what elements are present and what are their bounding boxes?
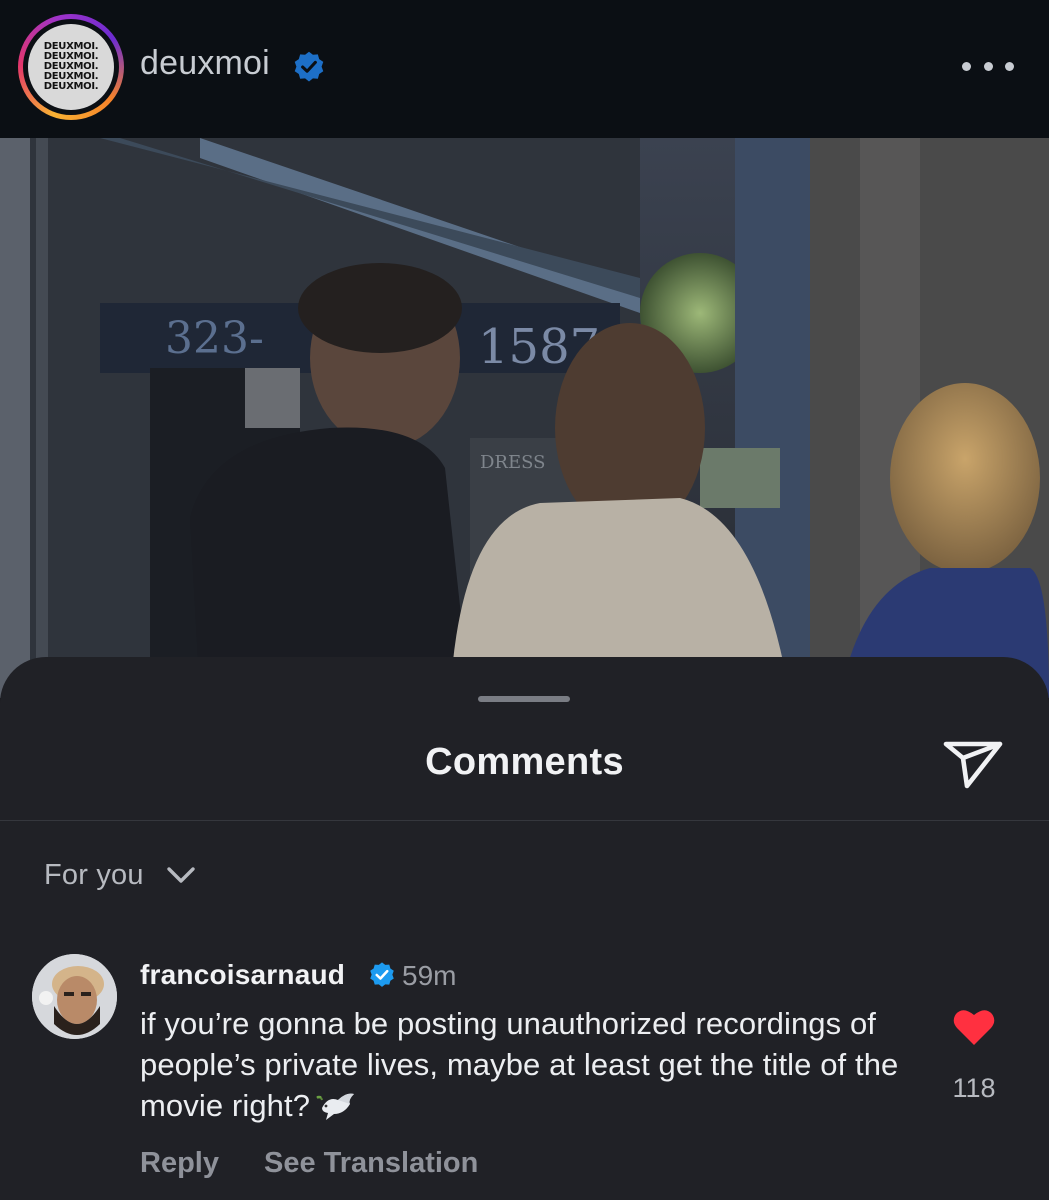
drag-handle[interactable] (478, 696, 570, 702)
instagram-reel-screen: DEUXMOI. DEUXMOI. DEUXMOI. DEUXMOI. DEUX… (0, 0, 1049, 1200)
more-horizontal-icon (962, 61, 971, 71)
storefront-sign: DRESS (480, 452, 545, 473)
see-translation-button[interactable]: See Translation (264, 1147, 478, 1180)
comments-title: Comments (425, 741, 624, 783)
avatar-logo: DEUXMOI. DEUXMOI. DEUXMOI. DEUXMOI. DEUX… (28, 24, 114, 110)
comments-sheet: Comments For you francoisarnaud 59m if y… (0, 657, 1049, 1200)
heart-icon[interactable] (952, 1007, 996, 1047)
dove-icon (316, 1093, 355, 1120)
storefront-number-left: 323- (165, 313, 264, 364)
video-player[interactable]: 323- 1587 DRESS (0, 138, 1049, 698)
more-options-button[interactable] (962, 52, 1014, 80)
sort-dropdown[interactable]: For you (44, 857, 196, 893)
comment-username[interactable]: francoisarnaud (140, 959, 345, 991)
profile-avatar[interactable]: DEUXMOI. DEUXMOI. DEUXMOI. DEUXMOI. DEUX… (18, 14, 124, 120)
sort-label: For you (44, 858, 144, 891)
chevron-down-icon (167, 867, 195, 883)
comment-avatar[interactable] (32, 954, 117, 1039)
verified-badge-icon (370, 962, 394, 987)
reply-button[interactable]: Reply (140, 1147, 219, 1180)
sheet-divider (0, 820, 1049, 821)
like-count: 118 (952, 1073, 996, 1103)
video-frame: 323- 1587 DRESS (0, 138, 1049, 698)
comment-timestamp: 59m (402, 960, 457, 991)
send-icon[interactable] (940, 732, 1006, 792)
verified-badge-icon (294, 51, 324, 82)
post-username[interactable]: deuxmoi (140, 44, 270, 83)
comment-text: if you’re gonna be posting unauthorized … (140, 1006, 899, 1123)
post-header: DEUXMOI. DEUXMOI. DEUXMOI. DEUXMOI. DEUX… (0, 0, 1049, 138)
comment-body: if you’re gonna be posting unauthorized … (140, 1003, 900, 1126)
